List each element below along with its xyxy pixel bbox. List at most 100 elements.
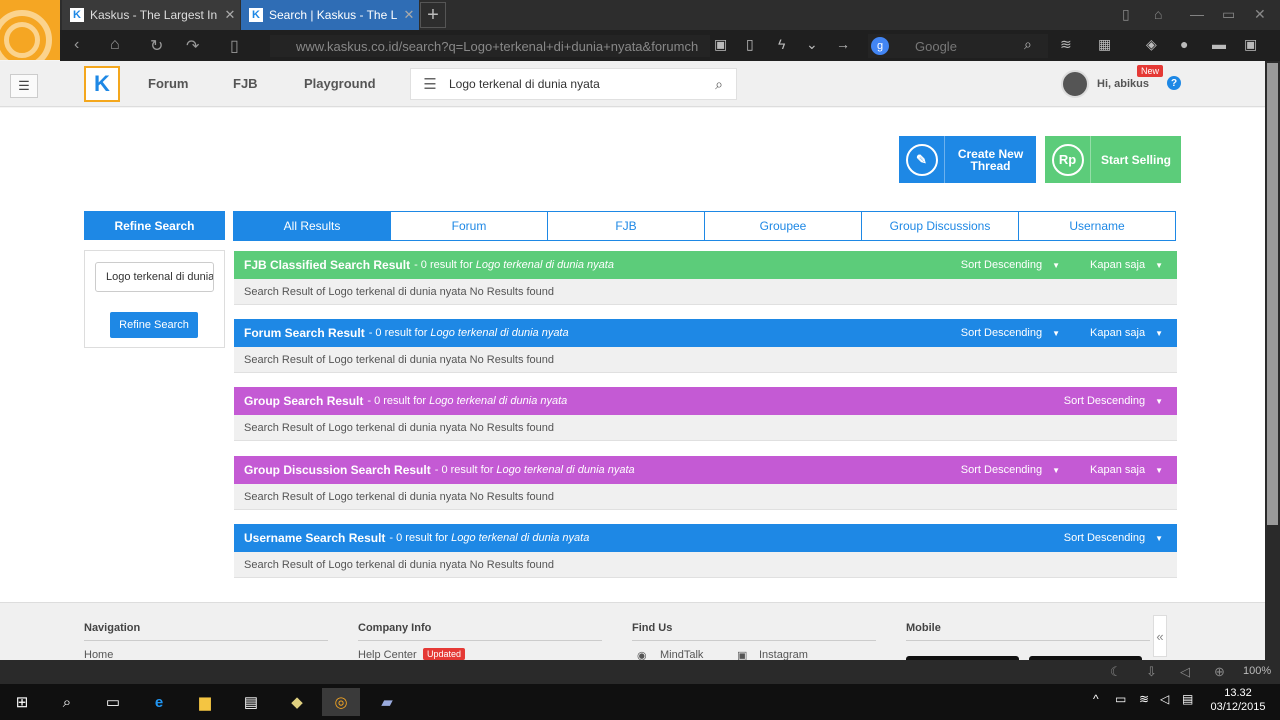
browser-tab-1[interactable]: K Kaskus - The Largest In ✕: [62, 0, 240, 30]
show-hidden-icons-icon[interactable]: ^: [1093, 692, 1099, 706]
taskbar-clock[interactable]: 13.32 03/12/2015: [1205, 686, 1271, 714]
zoom-level[interactable]: 100%: [1243, 665, 1271, 677]
sort-dropdown[interactable]: Sort Descending ▼: [1064, 532, 1163, 544]
grid-icon[interactable]: ▦: [1098, 36, 1111, 53]
folder-app-icon[interactable]: ◆: [278, 688, 316, 716]
battery-icon[interactable]: ▭: [1115, 692, 1126, 706]
sort-dropdown[interactable]: Sort Descending ▼: [961, 327, 1060, 339]
dropdown-icon[interactable]: ⌄: [806, 36, 818, 53]
uc-browser-taskbar-icon[interactable]: ◎: [322, 688, 360, 716]
go-icon[interactable]: →: [836, 36, 850, 52]
extension-icon[interactable]: ●: [1180, 36, 1188, 52]
download-icon[interactable]: ⇩: [1146, 664, 1157, 680]
site-search-bar[interactable]: ☰ Logo terkenal di dunia nyata ⌕: [410, 68, 737, 100]
wifi-icon[interactable]: ≋: [1139, 692, 1149, 706]
search-icon[interactable]: ⌕: [1024, 36, 1032, 53]
file-explorer-icon[interactable]: ▆: [186, 688, 224, 716]
result-title: Group Discussion Search Result: [244, 463, 431, 477]
close-tab-icon[interactable]: ✕: [399, 7, 419, 23]
new-tab-button[interactable]: +: [420, 2, 446, 28]
shield-icon[interactable]: ◈: [1146, 36, 1157, 53]
sort-dropdown[interactable]: Sort Descending ▼: [961, 464, 1060, 476]
tab-forum[interactable]: Forum: [390, 211, 548, 241]
zoom-icon[interactable]: ⊕: [1214, 664, 1225, 680]
search-engine-box[interactable]: g Google: [868, 34, 1048, 58]
time-dropdown[interactable]: Kapan saja ▼: [1090, 464, 1163, 476]
volume-icon[interactable]: ◁: [1160, 692, 1169, 706]
store-icon[interactable]: ▤: [232, 688, 270, 716]
group-result-header: Group Search Result - 0 result for Logo …: [234, 387, 1177, 415]
sort-dropdown[interactable]: Sort Descending ▼: [961, 259, 1060, 271]
hamburger-menu-icon[interactable]: ☰: [10, 74, 38, 98]
mute-icon[interactable]: ◁: [1180, 664, 1190, 680]
kaskus-logo[interactable]: K: [84, 66, 120, 102]
reload-icon[interactable]: ↻: [150, 36, 163, 56]
facebook-like-icon[interactable]: ▣: [1244, 36, 1257, 53]
wifi-icon[interactable]: ≋: [1060, 36, 1072, 53]
speed-icon[interactable]: ϟ: [778, 36, 785, 52]
chevron-down-icon: ▼: [1155, 261, 1163, 270]
user-greeting[interactable]: Hi, abikus: [1097, 78, 1149, 90]
task-view-icon[interactable]: ▭: [94, 688, 132, 716]
night-mode-icon[interactable]: ☾: [1110, 664, 1122, 680]
tab-username[interactable]: Username: [1018, 211, 1176, 241]
tab-fjb[interactable]: FJB: [547, 211, 705, 241]
notification-icon[interactable]: ▤: [1182, 692, 1193, 706]
scrollbar-thumb[interactable]: [1267, 63, 1278, 525]
nav-playground[interactable]: Playground: [304, 76, 376, 91]
footer-mobile-heading: Mobile: [906, 622, 1150, 641]
maximize-icon[interactable]: ▭: [1222, 6, 1235, 23]
time-dropdown[interactable]: Kapan saja ▼: [1090, 259, 1163, 271]
bookmark-icon[interactable]: ▯: [746, 36, 754, 53]
page-action-icon[interactable]: ▣: [714, 36, 727, 53]
tab-group-discussions[interactable]: Group Discussions: [861, 211, 1019, 241]
tab-groupee[interactable]: Groupee: [704, 211, 862, 241]
group-result-body: Search Result of Logo terkenal di dunia …: [234, 415, 1177, 441]
site-search-input[interactable]: Logo terkenal di dunia nyata: [449, 77, 702, 91]
close-tab-icon[interactable]: ✕: [220, 7, 240, 23]
result-query: Logo terkenal di dunia nyata: [429, 395, 568, 407]
page-scrollbar[interactable]: [1265, 61, 1280, 660]
url-field[interactable]: www.kaskus.co.id/search?q=Logo+terkenal+…: [270, 35, 710, 57]
start-selling-button[interactable]: Rp Start Selling: [1045, 136, 1181, 183]
search-icon[interactable]: ⌕: [702, 76, 736, 93]
start-selling-label: Start Selling: [1100, 152, 1171, 167]
shirt-icon[interactable]: ⌂: [1154, 6, 1162, 22]
time-dropdown[interactable]: Kapan saja ▼: [1090, 327, 1163, 339]
browser-tab-2[interactable]: K Search | Kaskus - The L ✕: [241, 0, 419, 30]
username-result-header: Username Search Result - 0 result for Lo…: [234, 524, 1177, 552]
forward-icon[interactable]: ↷: [186, 36, 199, 56]
search-icon[interactable]: ⌕: [48, 688, 86, 716]
collapse-footer-icon[interactable]: «: [1153, 615, 1167, 657]
nav-fjb[interactable]: FJB: [233, 76, 258, 91]
search-category-menu-icon[interactable]: ☰: [411, 75, 449, 93]
home-icon[interactable]: ⌂: [110, 36, 120, 54]
tab-list-icon[interactable]: ▯: [1122, 6, 1130, 23]
help-icon[interactable]: ?: [1167, 76, 1181, 90]
sort-label: Sort Descending: [960, 259, 1043, 271]
edge-browser-icon[interactable]: e: [140, 688, 178, 716]
refine-search-input[interactable]: Logo terkenal di dunia nyata: [95, 262, 214, 292]
create-thread-label: Create New Thread: [957, 146, 1024, 173]
result-query: Logo terkenal di dunia nyata: [496, 464, 635, 476]
create-thread-button[interactable]: ✎ Create New Thread: [899, 136, 1036, 183]
footer-navigation-heading: Navigation: [84, 622, 328, 641]
nav-forum[interactable]: Forum: [148, 76, 188, 91]
notepad-icon[interactable]: ▰: [368, 688, 406, 716]
uc-browser-logo[interactable]: [0, 0, 60, 60]
fjb-result-header: FJB Classified Search Result - 0 result …: [234, 251, 1177, 279]
tab-all-results[interactable]: All Results: [233, 211, 391, 241]
close-window-icon[interactable]: ✕: [1254, 6, 1266, 23]
sort-dropdown[interactable]: Sort Descending ▼: [1064, 395, 1163, 407]
windows-start-icon[interactable]: ⊞: [3, 688, 41, 716]
avatar[interactable]: [1061, 70, 1089, 98]
chevron-down-icon: ▼: [1052, 329, 1061, 338]
refine-search-button[interactable]: Refine Search: [110, 312, 198, 338]
result-count: - 0 result for: [389, 532, 449, 544]
minimize-icon[interactable]: —: [1190, 6, 1204, 22]
result-title: Username Search Result: [244, 531, 386, 545]
result-count: - 0 result for: [368, 327, 428, 339]
camera-icon[interactable]: ▬: [1212, 36, 1226, 52]
back-icon[interactable]: ‹: [74, 36, 79, 54]
reading-mode-icon[interactable]: ▯: [230, 36, 239, 56]
